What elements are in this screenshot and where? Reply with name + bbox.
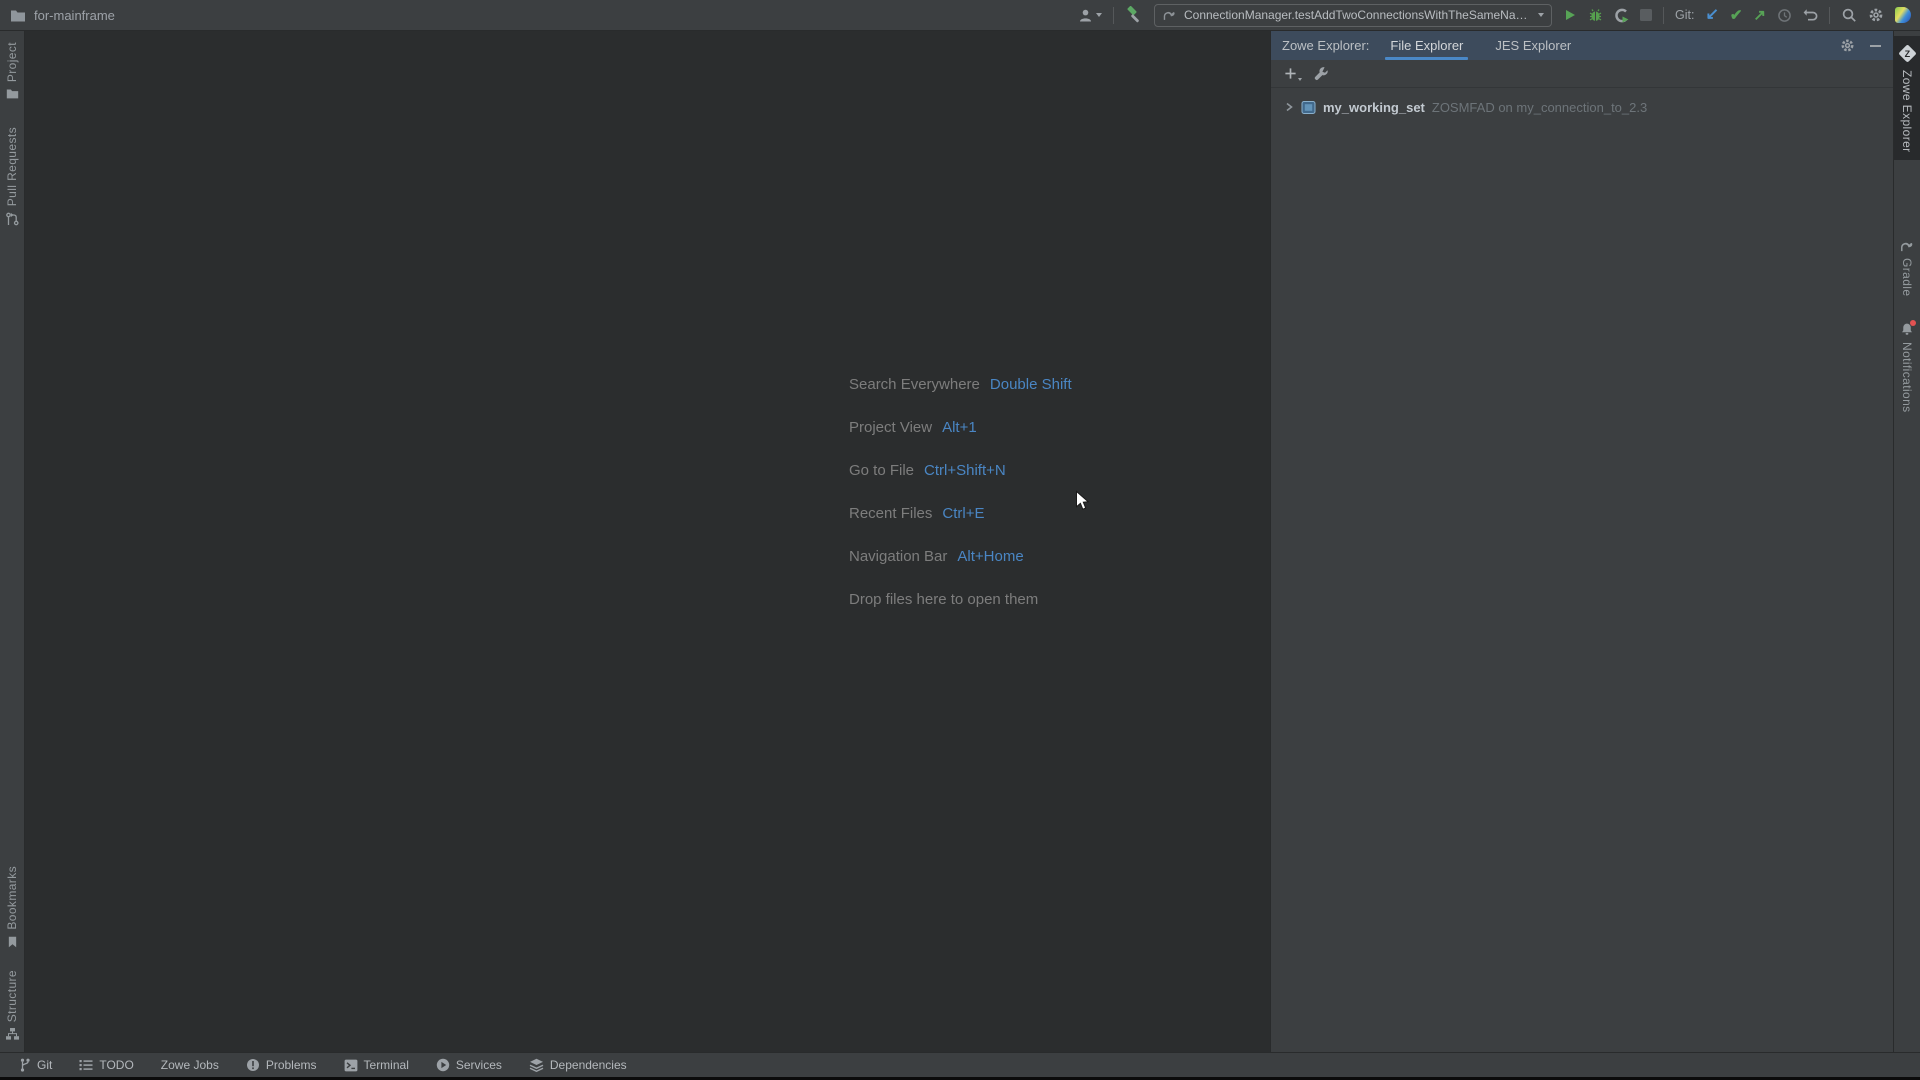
right-tool-window-stripe: Z Zowe Explorer Gradle Notifications — [1893, 31, 1920, 1052]
sidebar-item-notifications[interactable]: Notifications — [1894, 315, 1920, 420]
rollback-icon[interactable] — [1803, 8, 1818, 23]
run-configuration-select[interactable]: ConnectionManager.testAddTwoConnectionsW… — [1153, 3, 1552, 27]
pull-request-icon — [5, 212, 19, 226]
notification-badge — [1910, 319, 1916, 326]
chevron-right-icon[interactable] — [1284, 102, 1294, 112]
user-dropdown-button[interactable] — [1078, 8, 1102, 23]
history-clock-icon[interactable] — [1777, 8, 1792, 23]
git-commit-icon[interactable]: ✔ — [1730, 8, 1743, 23]
git-push-icon[interactable]: ↗ — [1753, 8, 1766, 23]
zowe-icon: Z — [1897, 44, 1917, 63]
mouse-cursor — [1075, 490, 1090, 517]
sidebar-item-bookmarks[interactable]: Bookmarks — [0, 859, 24, 955]
statusbar-item-terminal[interactable]: Terminal — [344, 1058, 409, 1072]
toolbar-separator — [1829, 6, 1830, 24]
statusbar-item-problems[interactable]: Problems — [246, 1058, 317, 1072]
run-button[interactable] — [1563, 8, 1577, 22]
sidebar-item-pull-requests[interactable]: Pull Requests — [0, 120, 24, 233]
run-configuration-name: ConnectionManager.testAddTwoConnectionsW… — [1183, 8, 1531, 22]
toolbar-separator — [1112, 6, 1114, 24]
file-explorer-tree: my_working_set ZOSMFAD on my_connection_… — [1271, 88, 1893, 119]
statusbar-item-services[interactable]: Services — [436, 1058, 502, 1072]
build-hammer-icon[interactable] — [1125, 6, 1143, 24]
statusbar-item-zowe-jobs[interactable]: Zowe Jobs — [161, 1058, 219, 1072]
dependencies-icon — [529, 1058, 544, 1072]
tool-window-title: Zowe Explorer: — [1282, 38, 1370, 53]
sidebar-item-zowe-explorer[interactable]: Z Zowe Explorer — [1894, 36, 1920, 160]
gradle-icon — [1899, 241, 1915, 252]
todo-icon — [79, 1059, 93, 1071]
settings-gear-icon[interactable] — [1868, 7, 1884, 23]
panel-toolbar — [1271, 60, 1893, 88]
services-icon — [436, 1058, 450, 1072]
folder-icon — [10, 9, 26, 22]
editor-area[interactable]: Search Everywhere Double Shift Project V… — [25, 31, 1270, 1052]
panel-settings-gear-icon[interactable] — [1840, 38, 1855, 53]
bell-icon — [1900, 319, 1916, 336]
run-with-coverage-button[interactable] — [1614, 8, 1629, 23]
drop-files-hint: Drop files here to open them — [849, 591, 1039, 608]
structure-icon — [5, 1028, 19, 1040]
shortcut-hint: Search Everywhere Double Shift — [849, 376, 1072, 393]
project-title: for-mainframe — [0, 8, 115, 23]
tree-row-working-set[interactable]: my_working_set ZOSMFAD on my_connection_… — [1271, 95, 1893, 119]
sidebar-item-gradle[interactable]: Gradle — [1894, 234, 1920, 303]
debug-button[interactable] — [1588, 8, 1603, 23]
tool-window-actions — [1840, 38, 1881, 53]
statusbar-item-todo[interactable]: TODO — [79, 1058, 134, 1072]
chevron-down-icon — [1298, 78, 1302, 81]
working-set-icon — [1301, 100, 1316, 115]
tool-window-header: Zowe Explorer: File Explorer JES Explore… — [1271, 31, 1893, 60]
shortcut-hint: Project View Alt+1 — [849, 419, 977, 436]
project-name: for-mainframe — [34, 7, 115, 23]
main-toolbar: ConnectionManager.testAddTwoConnectionsW… — [1078, 3, 1920, 27]
terminal-icon — [344, 1059, 358, 1072]
editor-shortcut-hints: Search Everywhere Double Shift Project V… — [849, 363, 1072, 621]
add-working-set-button[interactable] — [1284, 67, 1302, 81]
bookmark-icon — [7, 936, 18, 948]
tab-jes-explorer[interactable]: JES Explorer — [1492, 31, 1574, 60]
git-update-icon[interactable]: ↙ — [1705, 7, 1718, 23]
chevron-down-icon — [1537, 13, 1544, 17]
status-bar: Git TODO Zowe Jobs Problems Terminal Ser… — [0, 1052, 1920, 1077]
hide-panel-icon[interactable] — [1870, 44, 1881, 47]
git-branch-icon — [19, 1058, 31, 1072]
statusbar-item-git[interactable]: Git — [19, 1058, 52, 1072]
sidebar-item-project[interactable]: Project — [0, 35, 24, 106]
gradle-task-icon — [1162, 10, 1177, 21]
working-set-name: my_working_set — [1323, 99, 1425, 115]
title-bar: for-mainframe ConnectionManager.testAddT… — [0, 0, 1920, 31]
chevron-down-icon — [1095, 13, 1102, 17]
working-set-detail: ZOSMFAD on my_connection_to_2.3 — [1431, 99, 1648, 115]
settings-wrench-icon[interactable] — [1314, 66, 1329, 81]
sidebar-item-structure[interactable]: Structure — [0, 963, 24, 1052]
shortcut-hint: Navigation Bar Alt+Home — [849, 548, 1024, 565]
stop-button[interactable] — [1639, 9, 1652, 21]
toolbar-separator — [1662, 6, 1664, 24]
shortcut-hint: Recent Files Ctrl+E — [849, 505, 985, 522]
problems-icon — [246, 1058, 260, 1072]
shortcut-hint: Go to File Ctrl+Shift+N — [849, 462, 1006, 479]
statusbar-item-dependencies[interactable]: Dependencies — [529, 1058, 627, 1072]
left-tool-window-stripe: Project Pull Requests Bookmarks Structur… — [0, 31, 25, 1052]
tab-file-explorer[interactable]: File Explorer — [1385, 31, 1469, 60]
folder-icon — [6, 88, 19, 99]
zowe-explorer-panel: Zowe Explorer: File Explorer JES Explore… — [1270, 31, 1893, 1052]
git-label: Git: — [1674, 8, 1695, 22]
search-everywhere-icon[interactable] — [1841, 7, 1857, 23]
plugin-badge-icon[interactable] — [1895, 7, 1911, 23]
